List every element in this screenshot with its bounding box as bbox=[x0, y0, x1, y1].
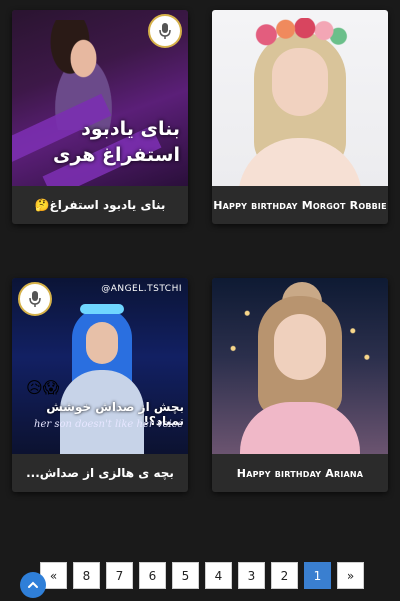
post-title[interactable]: بنای یادبود استفراغ🤔 bbox=[12, 186, 188, 224]
thumbnail-figure bbox=[86, 322, 118, 364]
pagination-page-1[interactable]: 1 bbox=[304, 562, 331, 589]
pagination-page-3[interactable]: 3 bbox=[238, 562, 265, 589]
post-thumbnail[interactable] bbox=[212, 10, 388, 186]
page: بنای یادبود استفراغ هری بنای یادبود استف… bbox=[0, 0, 400, 601]
pagination-page-4[interactable]: 4 bbox=[205, 562, 232, 589]
pagination-page-8[interactable]: 8 bbox=[73, 562, 100, 589]
chevron-up-icon bbox=[28, 581, 38, 588]
post-card[interactable]: @ANGEL.TSTCHI 😥😱 بچش از صداش خوشش نمیاد؟… bbox=[12, 278, 188, 492]
post-thumbnail[interactable] bbox=[212, 278, 388, 454]
overlay-handle: @ANGEL.TSTCHI bbox=[101, 284, 182, 294]
post-thumbnail[interactable]: بنای یادبود استفراغ هری bbox=[12, 10, 188, 186]
flower-crown bbox=[252, 18, 348, 46]
blue-crown bbox=[80, 304, 124, 314]
thumbnail-figure bbox=[274, 314, 326, 380]
pagination-page-5[interactable]: 5 bbox=[172, 562, 199, 589]
scroll-top-button[interactable] bbox=[20, 572, 46, 598]
post-thumbnail[interactable]: @ANGEL.TSTCHI 😥😱 بچش از صداش خوشش نمیاد؟… bbox=[12, 278, 188, 454]
pagination-next[interactable]: » bbox=[337, 562, 364, 589]
post-card[interactable]: Happy birthday Ariana bbox=[212, 278, 388, 492]
thumbnail-figure bbox=[272, 48, 328, 116]
post-title[interactable]: Happy birthday Morgot Robbie bbox=[212, 186, 388, 224]
post-card[interactable]: Happy birthday Morgot Robbie bbox=[212, 10, 388, 224]
pagination-page-7[interactable]: 7 bbox=[106, 562, 133, 589]
post-card[interactable]: بنای یادبود استفراغ هری بنای یادبود استف… bbox=[12, 10, 188, 224]
overlay-title-line2: استفراغ هری bbox=[53, 144, 180, 166]
microphone-logo-icon bbox=[148, 14, 182, 48]
pagination-page-6[interactable]: 6 bbox=[139, 562, 166, 589]
overlay-subtitle-english: her son doesn't like her voice bbox=[34, 419, 184, 430]
microphone-logo-icon bbox=[18, 282, 52, 316]
pagination-page-2[interactable]: 2 bbox=[271, 562, 298, 589]
post-title[interactable]: Happy birthday Ariana bbox=[212, 454, 388, 492]
post-title[interactable]: بچه ی هالزی از صداش... bbox=[12, 454, 188, 492]
overlay-emojis: 😥😱 bbox=[26, 378, 60, 397]
overlay-title-line1: بنای یادبود bbox=[81, 118, 180, 140]
pagination: » 1 2 3 4 5 6 7 8 « bbox=[40, 562, 364, 589]
